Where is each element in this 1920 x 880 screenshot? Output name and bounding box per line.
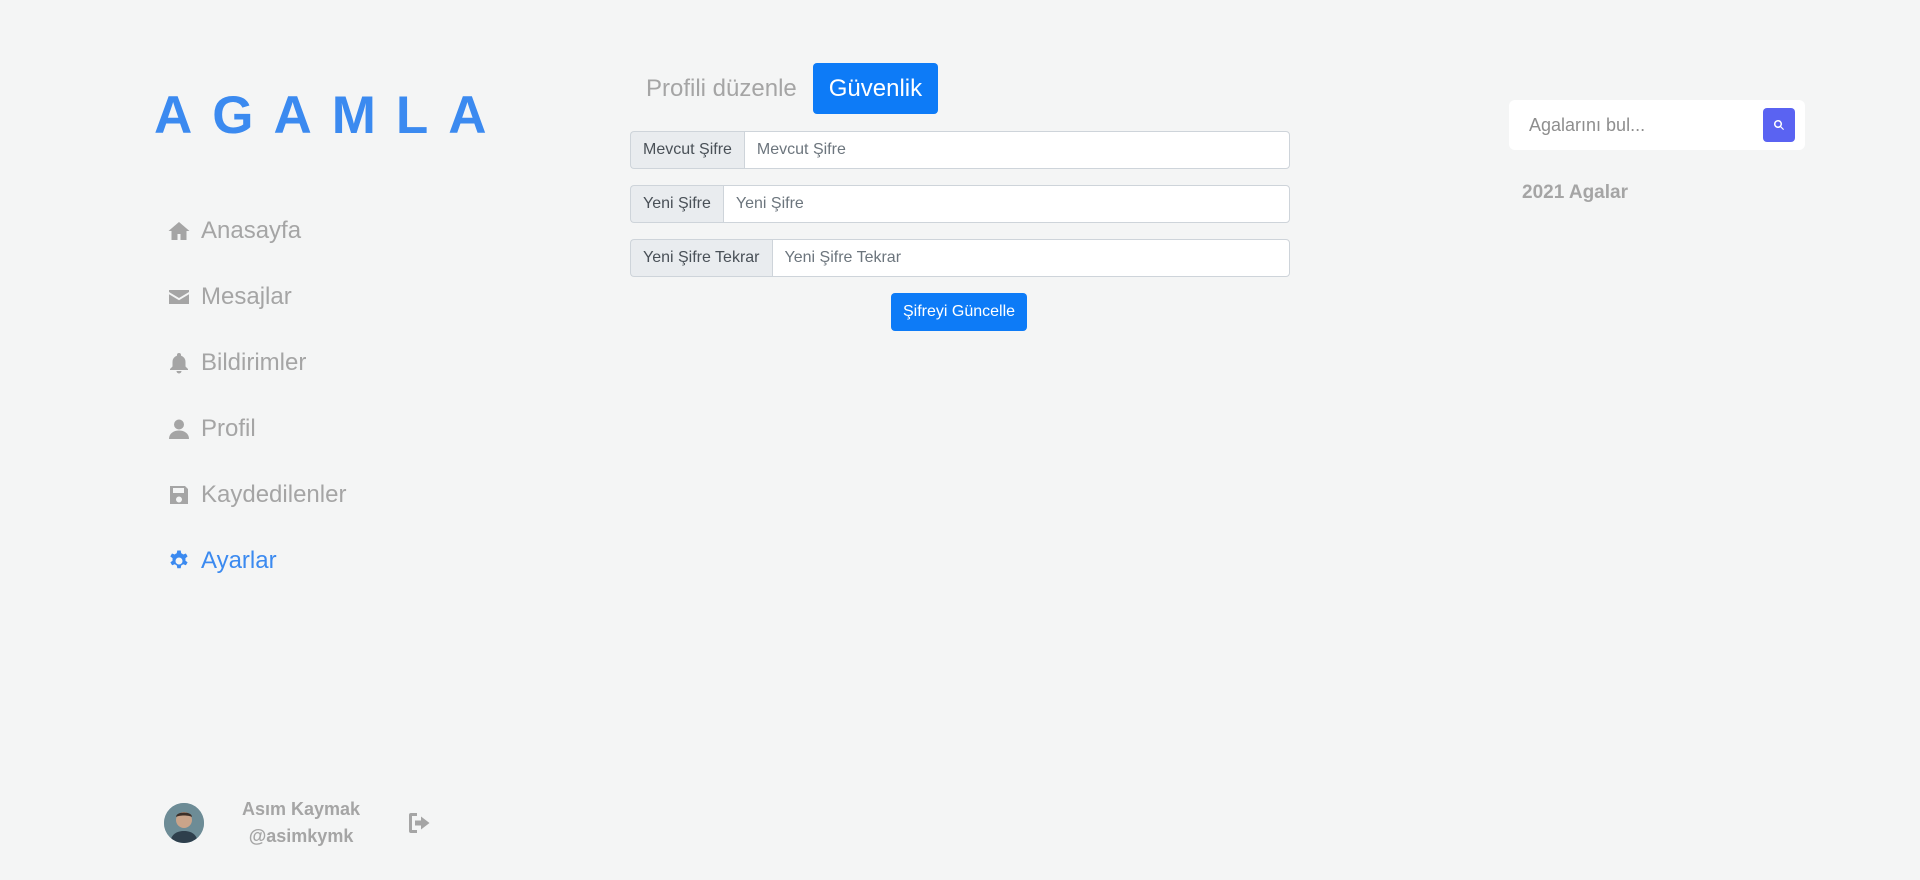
sidebar-item-anasayfa[interactable]: Anasayfa bbox=[166, 198, 346, 264]
sidebar-nav: Anasayfa Mesajlar Bildirimler Profil Kay… bbox=[166, 198, 346, 594]
sidebar-item-label: Profil bbox=[201, 415, 256, 442]
sidebar-item-profil[interactable]: Profil bbox=[166, 396, 346, 462]
save-icon bbox=[166, 482, 192, 508]
brand-logo[interactable]: AGAMLA bbox=[154, 86, 507, 146]
new-password-input[interactable] bbox=[722, 185, 1290, 223]
settings-tabs: Profili düzenle Güvenlik bbox=[630, 63, 939, 114]
sidebar-item-label: Anasayfa bbox=[201, 217, 302, 244]
avatar[interactable] bbox=[164, 803, 204, 843]
gear-icon bbox=[166, 548, 192, 574]
repeat-password-row: Yeni Şifre Tekrar bbox=[630, 239, 1290, 277]
envelope-icon bbox=[166, 284, 192, 310]
password-form: Mevcut Şifre Yeni Şifre Yeni Şifre Tekra… bbox=[630, 131, 1290, 293]
repeat-password-input[interactable] bbox=[771, 239, 1290, 277]
sidebar-item-label: Kaydedilenler bbox=[201, 481, 347, 508]
sidebar-item-kaydedilenler[interactable]: Kaydedilenler bbox=[166, 462, 346, 528]
search-icon bbox=[1774, 120, 1784, 130]
sidebar-item-mesajlar[interactable]: Mesajlar bbox=[166, 264, 346, 330]
agalar-title: 2021 Agalar bbox=[1522, 182, 1628, 203]
update-password-button[interactable]: Şifreyi Güncelle bbox=[891, 293, 1028, 331]
user-icon bbox=[166, 416, 192, 442]
search-input[interactable] bbox=[1509, 113, 1763, 137]
logout-icon[interactable] bbox=[408, 812, 434, 834]
current-password-input[interactable] bbox=[743, 131, 1290, 169]
new-password-label: Yeni Şifre bbox=[630, 185, 723, 223]
user-profile: Asım Kaymak @asimkymk bbox=[164, 796, 434, 850]
new-password-row: Yeni Şifre bbox=[630, 185, 1290, 223]
current-password-label: Mevcut Şifre bbox=[630, 131, 744, 169]
bell-icon bbox=[166, 350, 192, 376]
current-password-row: Mevcut Şifre bbox=[630, 131, 1290, 169]
user-info: Asım Kaymak @asimkymk bbox=[242, 796, 360, 850]
repeat-password-label: Yeni Şifre Tekrar bbox=[630, 239, 772, 277]
search-box bbox=[1509, 100, 1805, 150]
sidebar-item-ayarlar[interactable]: Ayarlar bbox=[166, 528, 346, 594]
search-button[interactable] bbox=[1763, 108, 1795, 142]
home-icon bbox=[166, 218, 192, 244]
sidebar-item-label: Ayarlar bbox=[201, 547, 277, 574]
tab-guvenlik[interactable]: Güvenlik bbox=[812, 63, 939, 114]
sidebar-item-label: Bildirimler bbox=[201, 349, 307, 376]
user-name: Asım Kaymak bbox=[242, 799, 361, 819]
sidebar-item-bildirimler[interactable]: Bildirimler bbox=[166, 330, 346, 396]
sidebar-item-label: Mesajlar bbox=[201, 283, 292, 310]
user-handle: @asimkymk bbox=[248, 826, 354, 846]
tab-profili-duzenle[interactable]: Profili düzenle bbox=[630, 63, 813, 114]
